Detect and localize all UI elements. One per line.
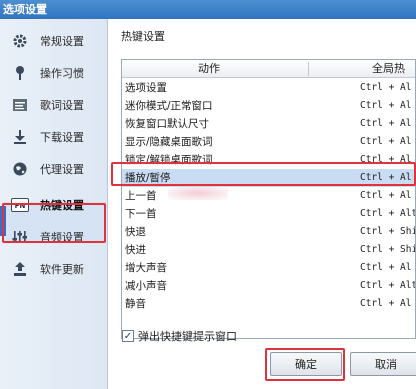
row-action: 快退 xyxy=(125,226,146,238)
row-action: 恢复窗口默认尺寸 xyxy=(125,118,209,130)
globe-icon xyxy=(6,155,34,183)
row-hotkey: Ctrl + Al xyxy=(360,298,412,309)
table-row[interactable]: 显示/隐藏桌面歌词 Ctrl + Al xyxy=(122,133,415,151)
row-hotkey: Ctrl + Alt xyxy=(360,208,416,219)
column-header-global-hotkey[interactable]: 全局热 xyxy=(372,60,405,78)
row-hotkey: Ctrl + Shif xyxy=(360,226,415,237)
column-header-action[interactable]: 动作 xyxy=(198,60,220,78)
row-action: 减小声音 xyxy=(125,280,167,292)
row-action: 增大声音 xyxy=(125,262,167,274)
row-hotkey: Ctrl + Al xyxy=(360,100,412,111)
sidebar-item-proxy[interactable]: 代理设置 xyxy=(6,155,102,183)
table-row[interactable]: 快进 Ctrl + Shift xyxy=(122,241,415,259)
sidebar-item-label: 代理设置 xyxy=(40,163,84,176)
sidebar-item-label: 常规设置 xyxy=(40,35,84,48)
table-header: 动作 全局热 xyxy=(122,60,415,78)
hotkey-table: 动作 全局热 选项设置 Ctrl + Al 迷你模式/正常窗口 Ctrl + Al … xyxy=(121,59,416,339)
sidebar-item-label: 软件更新 xyxy=(40,263,84,276)
row-hotkey: Ctrl + Al xyxy=(360,118,412,129)
row-hotkey: Ctrl + Shift xyxy=(360,244,415,255)
update-icon xyxy=(6,255,34,283)
popup-hint-option[interactable]: ✓ 弹出快捷键提示窗口 xyxy=(122,328,237,344)
row-action: 选项设置 xyxy=(125,82,167,94)
sidebar-item-lyrics[interactable]: 歌词设置 xyxy=(6,91,102,119)
table-row[interactable]: 上一首 Ctrl + Al xyxy=(122,187,415,205)
blur-artifact xyxy=(168,186,228,200)
table-row[interactable]: 下一首 Ctrl + Alt xyxy=(122,205,416,223)
sidebar-item-general[interactable]: 常规设置 xyxy=(6,27,102,55)
panel-title: 热键设置 xyxy=(121,30,165,43)
lyrics-icon xyxy=(6,91,34,119)
row-action: 迷你模式/正常窗口 xyxy=(125,100,213,112)
table-row[interactable]: 恢复窗口默认尺寸 Ctrl + Al xyxy=(122,115,415,133)
row-hotkey: Ctrl + Al xyxy=(360,190,412,201)
row-hotkey: Ctrl + Al xyxy=(360,82,412,93)
row-hotkey: Ctrl + Al xyxy=(360,262,412,273)
table-row[interactable]: 减小声音 Ctrl + Alt xyxy=(122,277,416,295)
highlight-box-ok xyxy=(265,348,345,381)
row-action: 上一首 xyxy=(125,190,157,202)
sidebar-item-habits[interactable]: 操作习惯 xyxy=(6,59,102,87)
table-row[interactable]: 选项设置 Ctrl + Al xyxy=(122,79,415,97)
sidebar-item-update[interactable]: 软件更新 xyxy=(6,255,102,283)
table-row[interactable]: 静音 Ctrl + Al xyxy=(122,295,415,313)
sidebar-item-download[interactable]: 下载设置 xyxy=(6,123,102,151)
row-action: 显示/隐藏桌面歌词 xyxy=(125,136,213,148)
highlight-box-row xyxy=(111,162,416,186)
sidebar-item-label: 下载设置 xyxy=(40,131,84,144)
gear-icon xyxy=(6,27,34,55)
table-row[interactable]: 增大声音 Ctrl + Al xyxy=(122,259,415,277)
download-icon xyxy=(6,123,34,151)
row-hotkey: Ctrl + Al xyxy=(360,136,412,147)
sidebar: 常规设置 操作习惯 歌词设置 下载设置 代理设置 FN 热键设置 音频设置 软件… xyxy=(0,19,108,389)
row-action: 下一首 xyxy=(125,208,157,220)
window-title: 选项设置 xyxy=(0,0,416,19)
popup-hint-label: 弹出快捷键提示窗口 xyxy=(138,330,237,343)
row-hotkey: Ctrl + Alt xyxy=(360,280,416,291)
cancel-button[interactable]: 取消 xyxy=(350,352,416,376)
sidebar-item-label: 歌词设置 xyxy=(40,99,84,112)
column-separator xyxy=(308,62,309,76)
pin-icon xyxy=(6,59,34,87)
row-action: 静音 xyxy=(125,298,146,310)
sidebar-item-label: 操作习惯 xyxy=(40,67,84,80)
highlight-box-sidebar xyxy=(2,203,106,243)
table-row[interactable]: 迷你模式/正常窗口 Ctrl + Al xyxy=(122,97,415,115)
popup-hint-checkbox[interactable]: ✓ xyxy=(122,330,134,342)
row-action: 快进 xyxy=(125,244,146,256)
table-row[interactable]: 快退 Ctrl + Shif xyxy=(122,223,415,241)
